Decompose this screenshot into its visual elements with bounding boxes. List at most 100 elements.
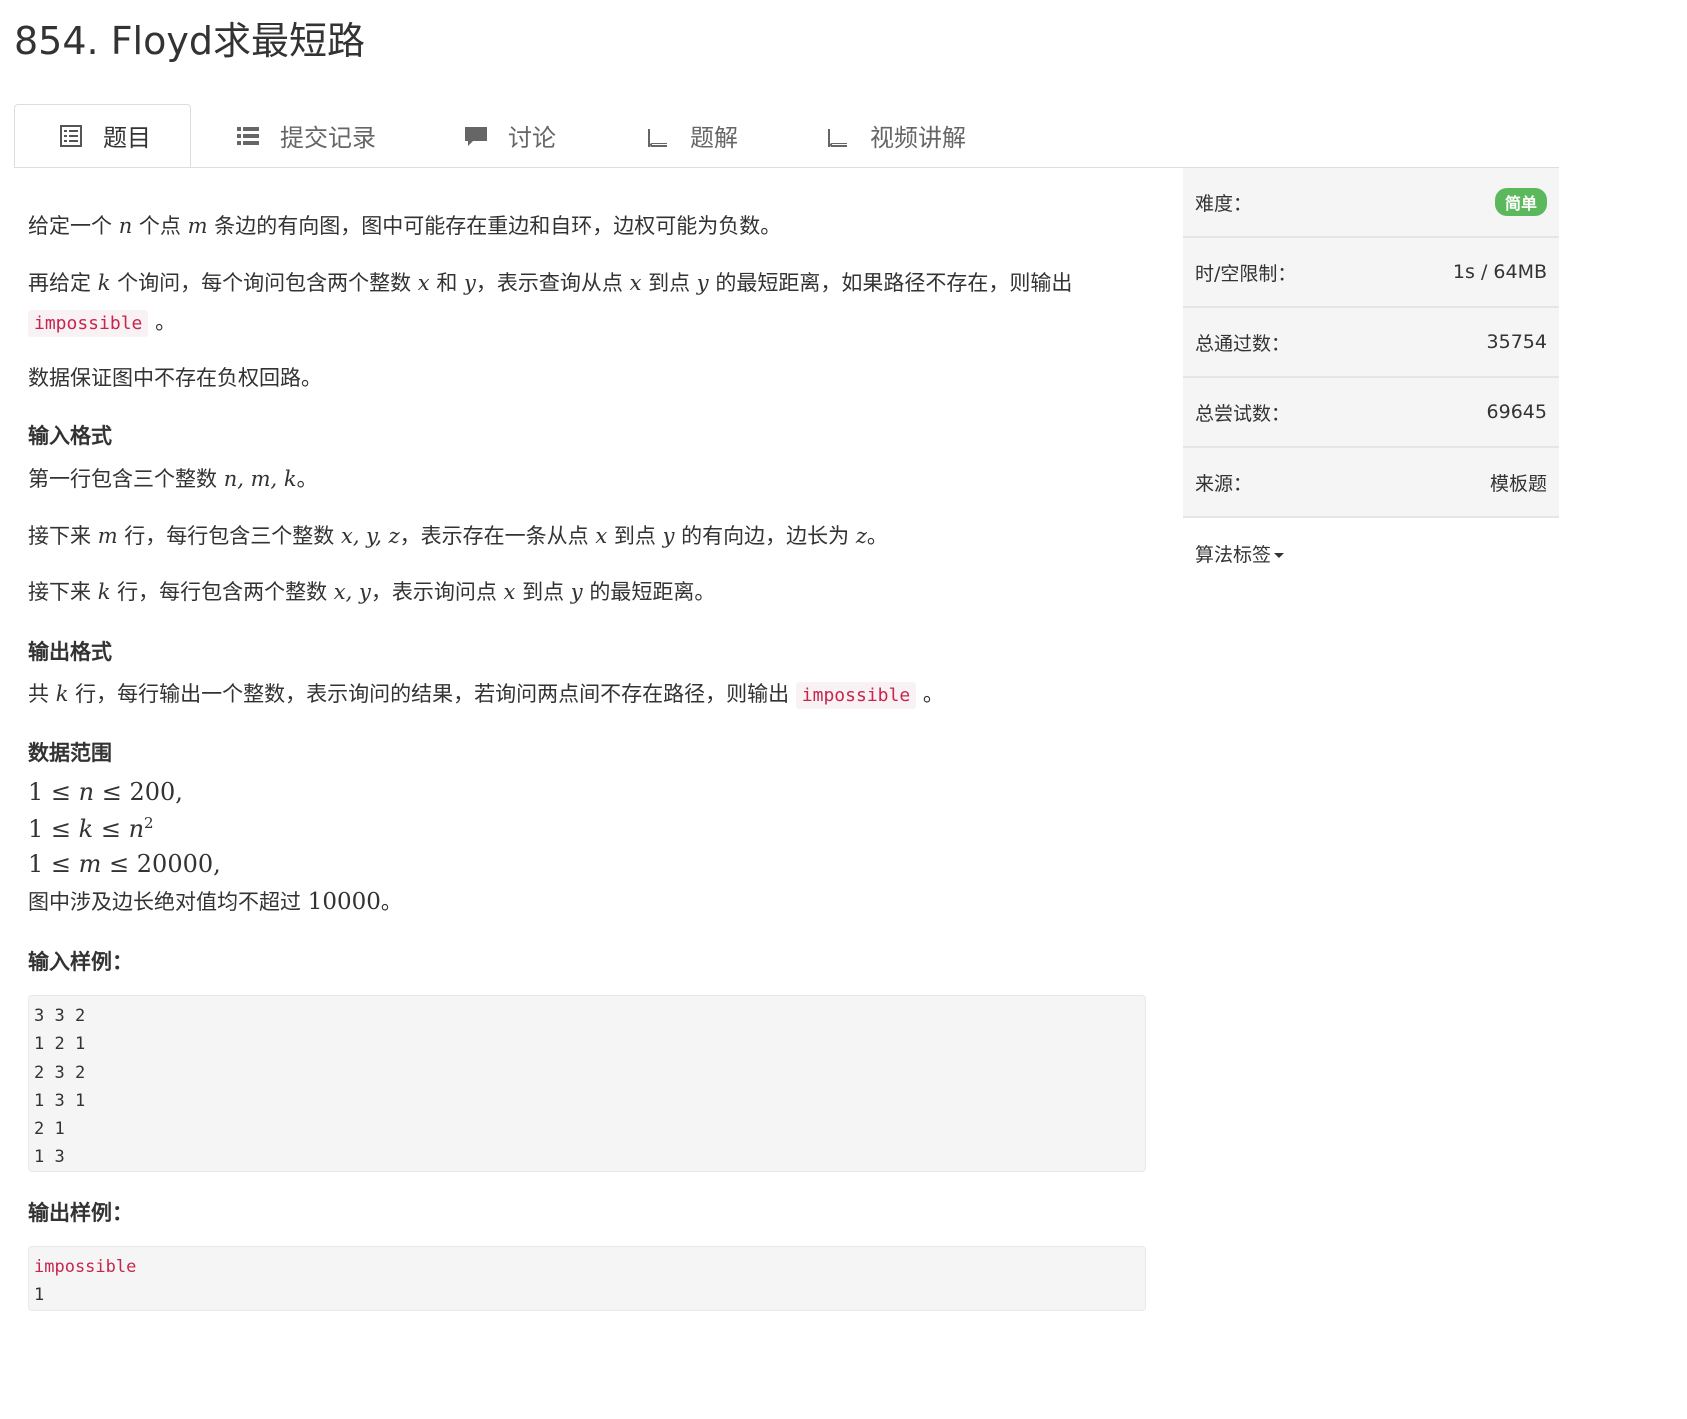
math-var: k <box>55 682 69 706</box>
text: 和 <box>436 271 458 295</box>
sample-output-line: 1 <box>34 1285 45 1306</box>
math-var: y <box>464 271 476 295</box>
inline-code: impossible <box>795 682 917 709</box>
tab-problem[interactable]: 题目 <box>14 104 191 167</box>
text: 条边的有向图，图中可能存在重边和自环，边权可能为负数。 <box>214 214 782 238</box>
sample-output-block[interactable]: impossible 1 <box>28 1246 1146 1311</box>
passed-value: 35754 <box>1486 331 1547 353</box>
math-var: n <box>78 778 95 806</box>
tab-label: 讨论 <box>508 124 556 152</box>
math-var: x <box>595 524 608 548</box>
range-line-4: 图中涉及边长绝对值均不超过 10000。 <box>28 886 402 916</box>
range-line-2: 1 ≤ k ≤ n2 <box>28 814 154 843</box>
math-var: n <box>118 214 133 238</box>
tried-row: 总尝试数： 69645 <box>1183 378 1559 448</box>
range-line-1: 1 ≤ n ≤ 200, <box>28 778 183 806</box>
source-label: 来源： <box>1195 472 1253 495</box>
text: ，表示存在一条从点 <box>399 524 589 548</box>
math-var: y <box>570 580 583 604</box>
math-var: k <box>78 815 94 843</box>
math-expr: x, y, z <box>340 524 400 548</box>
math-var: x <box>417 271 430 295</box>
math-var: y <box>696 271 709 295</box>
tags-row: 算法标签 <box>1183 518 1559 588</box>
text: 接下来 <box>28 580 91 604</box>
math-num: 10000 <box>307 889 381 915</box>
math-expr: n, m, k <box>223 467 297 491</box>
passed-label: 总通过数： <box>1195 332 1291 355</box>
sample-output-line: impossible <box>34 1257 137 1277</box>
text: 。 <box>922 682 944 706</box>
input-format-line-3: 接下来 k 行，每行包含两个整数 x, y，表示询问点 x 到点 y 的最短距离… <box>28 576 715 606</box>
passed-row: 总通过数： 35754 <box>1183 308 1559 378</box>
text: 。 <box>866 524 888 548</box>
math-var: m <box>78 850 102 878</box>
text: 接下来 <box>28 524 91 548</box>
list-icon <box>237 126 259 145</box>
text: 的最短距离，如果路径不存在，则输出 <box>715 271 1073 295</box>
text: 个点 <box>138 214 181 238</box>
text: 的最短距离。 <box>589 580 716 604</box>
math-var: k <box>97 580 111 604</box>
inline-code: impossible <box>28 310 149 337</box>
text: 。 <box>380 890 402 914</box>
difficulty-label: 难度： <box>1195 192 1253 215</box>
tab-solutions[interactable]: 题解 <box>646 104 738 167</box>
list-alt-icon <box>60 124 82 147</box>
math-text: 1 ≤ <box>28 778 79 806</box>
tab-label: 提交记录 <box>280 124 376 152</box>
book-icon <box>648 126 667 147</box>
sample-input-heading: 输入样例： <box>28 950 133 974</box>
tab-submissions[interactable]: 提交记录 <box>236 104 376 167</box>
output-format-heading: 输出格式 <box>28 640 112 664</box>
desc-paragraph-1: 给定一个 n 个点 m 条边的有向图，图中可能存在重边和自环，边权可能为负数。 <box>28 210 781 240</box>
difficulty-badge: 简单 <box>1494 188 1547 216</box>
math-var: m <box>97 524 118 548</box>
text: 到点 <box>648 271 691 295</box>
comment-icon <box>465 126 487 146</box>
math-text: 1 ≤ <box>28 850 79 878</box>
tab-label: 题解 <box>690 124 738 152</box>
text: 再给定 <box>28 271 91 295</box>
math-var: k <box>97 271 111 295</box>
problem-info-panel: 难度： 简单 时/空限制： 1s / 64MB 总通过数： 35754 总尝试数… <box>1183 168 1559 588</box>
text: 。 <box>155 310 177 334</box>
text: 。 <box>296 467 318 491</box>
text: 个询问，每个询问包含两个整数 <box>117 271 412 295</box>
tab-bar: 题目 提交记录 讨论 题解 视频讲解 <box>14 104 1559 168</box>
math-text: 1 ≤ <box>28 815 79 843</box>
math-text: ≤ 20000, <box>101 850 221 878</box>
output-format-line: 共 k 行，每行输出一个整数，表示询问的结果，若询问两点间不存在路径，则输出 i… <box>28 678 944 709</box>
text: 共 <box>28 682 49 706</box>
tags-label: 算法标签 <box>1195 543 1272 566</box>
sample-output-heading: 输出样例： <box>28 1201 133 1225</box>
math-var: x <box>503 580 516 604</box>
math-text: ≤ <box>93 815 129 843</box>
math-expr: x, y <box>333 580 371 604</box>
desc-paragraph-3: 数据保证图中不存在负权回路。 <box>28 366 322 390</box>
text: 到点 <box>613 524 656 548</box>
text: 给定一个 <box>28 214 112 238</box>
desc-paragraph-2-cont: impossible 。 <box>28 306 177 337</box>
tab-video[interactable]: 视频讲解 <box>826 104 966 167</box>
math-var: m <box>187 214 208 238</box>
input-format-line-2: 接下来 m 行，每行包含三个整数 x, y, z，表示存在一条从点 x 到点 y… <box>28 520 888 550</box>
math-text: ≤ 200, <box>94 778 183 806</box>
text: 行，每行输出一个整数，表示询问的结果，若询问两点间不存在路径，则输出 <box>75 682 790 706</box>
text: 行，每行包含三个整数 <box>124 524 335 548</box>
tab-discussion[interactable]: 讨论 <box>464 104 556 167</box>
math-var: n <box>128 815 145 843</box>
text: 的有向边，边长为 <box>681 524 850 548</box>
math-var: y <box>662 524 675 548</box>
desc-paragraph-2: 再给定 k 个询问，每个询问包含两个整数 x 和 y，表示查询从点 x 到点 y… <box>28 267 1072 297</box>
sample-input-block[interactable]: 3 3 2 1 2 1 2 3 2 1 3 1 2 1 1 3 <box>28 995 1146 1172</box>
range-line-3: 1 ≤ m ≤ 20000, <box>28 850 221 878</box>
tags-dropdown[interactable]: 算法标签 <box>1195 540 1285 567</box>
tried-label: 总尝试数： <box>1195 402 1291 425</box>
input-format-heading: 输入格式 <box>28 424 112 448</box>
difficulty-row: 难度： 简单 <box>1183 168 1559 238</box>
text: 行，每行包含两个整数 <box>117 580 328 604</box>
source-row: 来源： 模板题 <box>1183 448 1559 518</box>
limit-row: 时/空限制： 1s / 64MB <box>1183 238 1559 308</box>
tab-label: 视频讲解 <box>870 124 966 152</box>
